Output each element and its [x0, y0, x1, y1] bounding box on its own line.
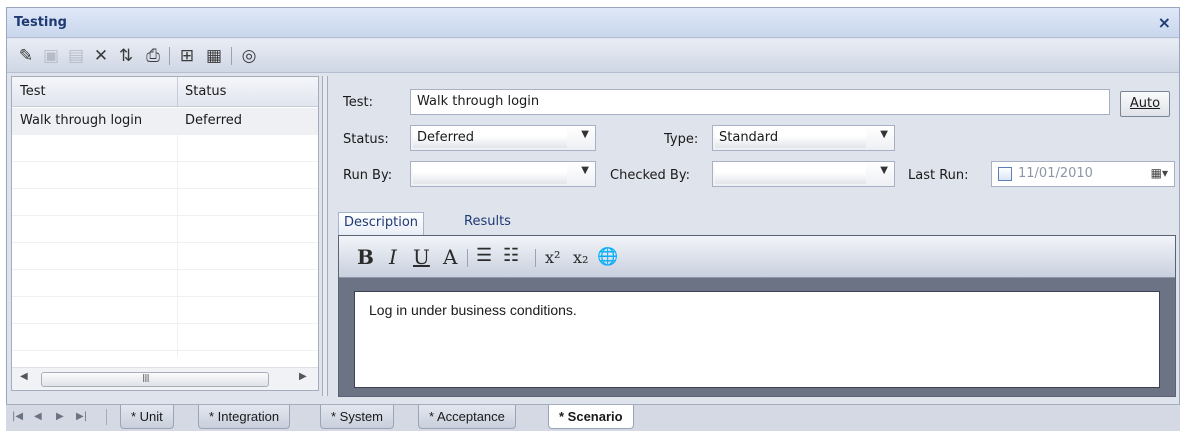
format-separator [467, 249, 468, 267]
status-value: Deferred [417, 130, 475, 145]
checked-by-label: Checked By: [610, 168, 690, 183]
table-row-empty [12, 297, 318, 324]
run-by-dropdown-field [413, 164, 567, 184]
format-toolbar: B I U A ☰ ☷ x² x₂ 🌐 [339, 236, 1175, 278]
bold-button[interactable]: B [357, 245, 374, 269]
tab-integration[interactable]: * Integration [198, 405, 291, 429]
tab-unit[interactable]: * Unit [120, 405, 174, 429]
next-tab-icon[interactable]: ▶ [56, 411, 64, 422]
cell-status: Deferred [185, 113, 243, 128]
cell-test: Walk through login [20, 113, 143, 128]
column-header-status[interactable]: Status [185, 84, 226, 99]
toolbar-separator [169, 47, 170, 65]
horizontal-scrollbar[interactable]: ◀ III ▶ [12, 367, 318, 390]
delete-icon[interactable]: ✕ [89, 44, 113, 68]
paste-icon[interactable]: ▤ [64, 44, 88, 68]
status-label: Status: [343, 132, 389, 147]
tab-results[interactable]: Results [459, 212, 516, 235]
window-title: Testing [14, 15, 67, 30]
test-name-input[interactable]: Walk through login [410, 89, 1110, 115]
test-list: Test Status Walk through login Deferred … [11, 76, 319, 391]
table-row-empty [12, 162, 318, 189]
auto-button[interactable]: Auto [1120, 91, 1170, 117]
underline-button[interactable]: U [413, 245, 430, 269]
test-type-tabs: |◀ ◀ ▶ ▶| * Unit * Integration * System … [6, 404, 1180, 431]
scroll-left-icon[interactable]: ◀ [20, 371, 28, 382]
numbered-list-icon[interactable]: ☷ [503, 245, 519, 266]
pane-splitter[interactable] [322, 76, 328, 396]
table-row-empty [12, 216, 318, 243]
table-row-empty [12, 189, 318, 216]
report-icon[interactable]: ▦ [202, 44, 226, 68]
test-list-header: Test Status [12, 77, 318, 107]
font-color-icon[interactable]: A [443, 245, 457, 269]
hyperlink-icon[interactable]: 🌐 [597, 247, 618, 267]
toolbar-separator [231, 47, 232, 65]
chevron-down-icon: ▼ [581, 165, 589, 176]
table-row-empty [12, 270, 318, 297]
description-panel: B I U A ☰ ☷ x² x₂ 🌐 Log in under busines… [338, 235, 1176, 397]
chevron-down-icon: ▼ [880, 165, 888, 176]
status-dropdown[interactable]: Deferred ▼ [410, 125, 596, 151]
save-icon[interactable]: ▣ [39, 44, 63, 68]
sort-icon[interactable]: ⇅ [114, 44, 138, 68]
scroll-grip: III [142, 372, 150, 385]
auto-button-label: Auto [1129, 96, 1161, 111]
last-run-label: Last Run: [908, 168, 969, 183]
detail-tabs: Description Results [333, 209, 1181, 235]
column-divider[interactable] [177, 77, 178, 107]
tab-system[interactable]: * System [320, 405, 395, 429]
first-tab-icon[interactable]: |◀ [12, 411, 23, 422]
new-test-icon[interactable]: ✎ [14, 44, 38, 68]
chevron-down-icon: ▼ [581, 129, 589, 140]
calendar-icon[interactable]: ▦▾ [1151, 166, 1168, 180]
scroll-thumb[interactable]: III [41, 372, 269, 387]
tab-scenario[interactable]: * Scenario [548, 405, 634, 429]
checked-by-dropdown[interactable]: ▼ [712, 161, 895, 187]
run-by-label: Run By: [343, 168, 393, 183]
last-run-date: 11/01/2010 [1018, 166, 1093, 181]
tab-description[interactable]: Description [338, 212, 425, 235]
checked-by-dropdown-field [715, 164, 866, 184]
help-icon[interactable]: ◎ [237, 44, 261, 68]
column-header-test[interactable]: Test [20, 84, 46, 99]
format-separator [535, 249, 536, 267]
last-run-checkbox[interactable] [998, 167, 1012, 181]
tree-icon[interactable]: ⊞ [175, 44, 199, 68]
type-label: Type: [664, 132, 699, 147]
italic-button[interactable]: I [389, 245, 397, 269]
run-by-dropdown[interactable]: ▼ [410, 161, 596, 187]
description-editor[interactable]: Log in under business conditions. [354, 291, 1160, 388]
last-run-date-picker[interactable]: 11/01/2010 ▦▾ [991, 161, 1175, 187]
table-row-empty [12, 243, 318, 270]
chevron-down-icon: ▼ [880, 129, 888, 140]
type-dropdown[interactable]: Standard ▼ [712, 125, 895, 151]
table-row-empty [12, 324, 318, 351]
scroll-right-icon[interactable]: ▶ [299, 371, 307, 382]
test-label: Test: [343, 95, 373, 110]
type-value: Standard [719, 130, 779, 145]
table-row-empty [12, 135, 318, 162]
close-icon[interactable]: × [1158, 13, 1171, 32]
toolbar: ✎ ▣ ▤ ✕ ⇅ ⎙ ⊞ ▦ ◎ [7, 39, 1179, 73]
subscript-icon[interactable]: x₂ [573, 248, 588, 267]
bullet-list-icon[interactable]: ☰ [476, 245, 492, 266]
previous-tab-icon[interactable]: ◀ [34, 411, 42, 422]
print-icon[interactable]: ⎙ [141, 44, 165, 68]
title-bar: Testing × [7, 8, 1179, 38]
nav-separator [106, 409, 107, 425]
last-tab-icon[interactable]: ▶| [76, 411, 87, 422]
table-row[interactable]: Walk through login Deferred [12, 108, 318, 135]
tab-acceptance[interactable]: * Acceptance [418, 405, 516, 429]
superscript-icon[interactable]: x² [545, 248, 560, 267]
